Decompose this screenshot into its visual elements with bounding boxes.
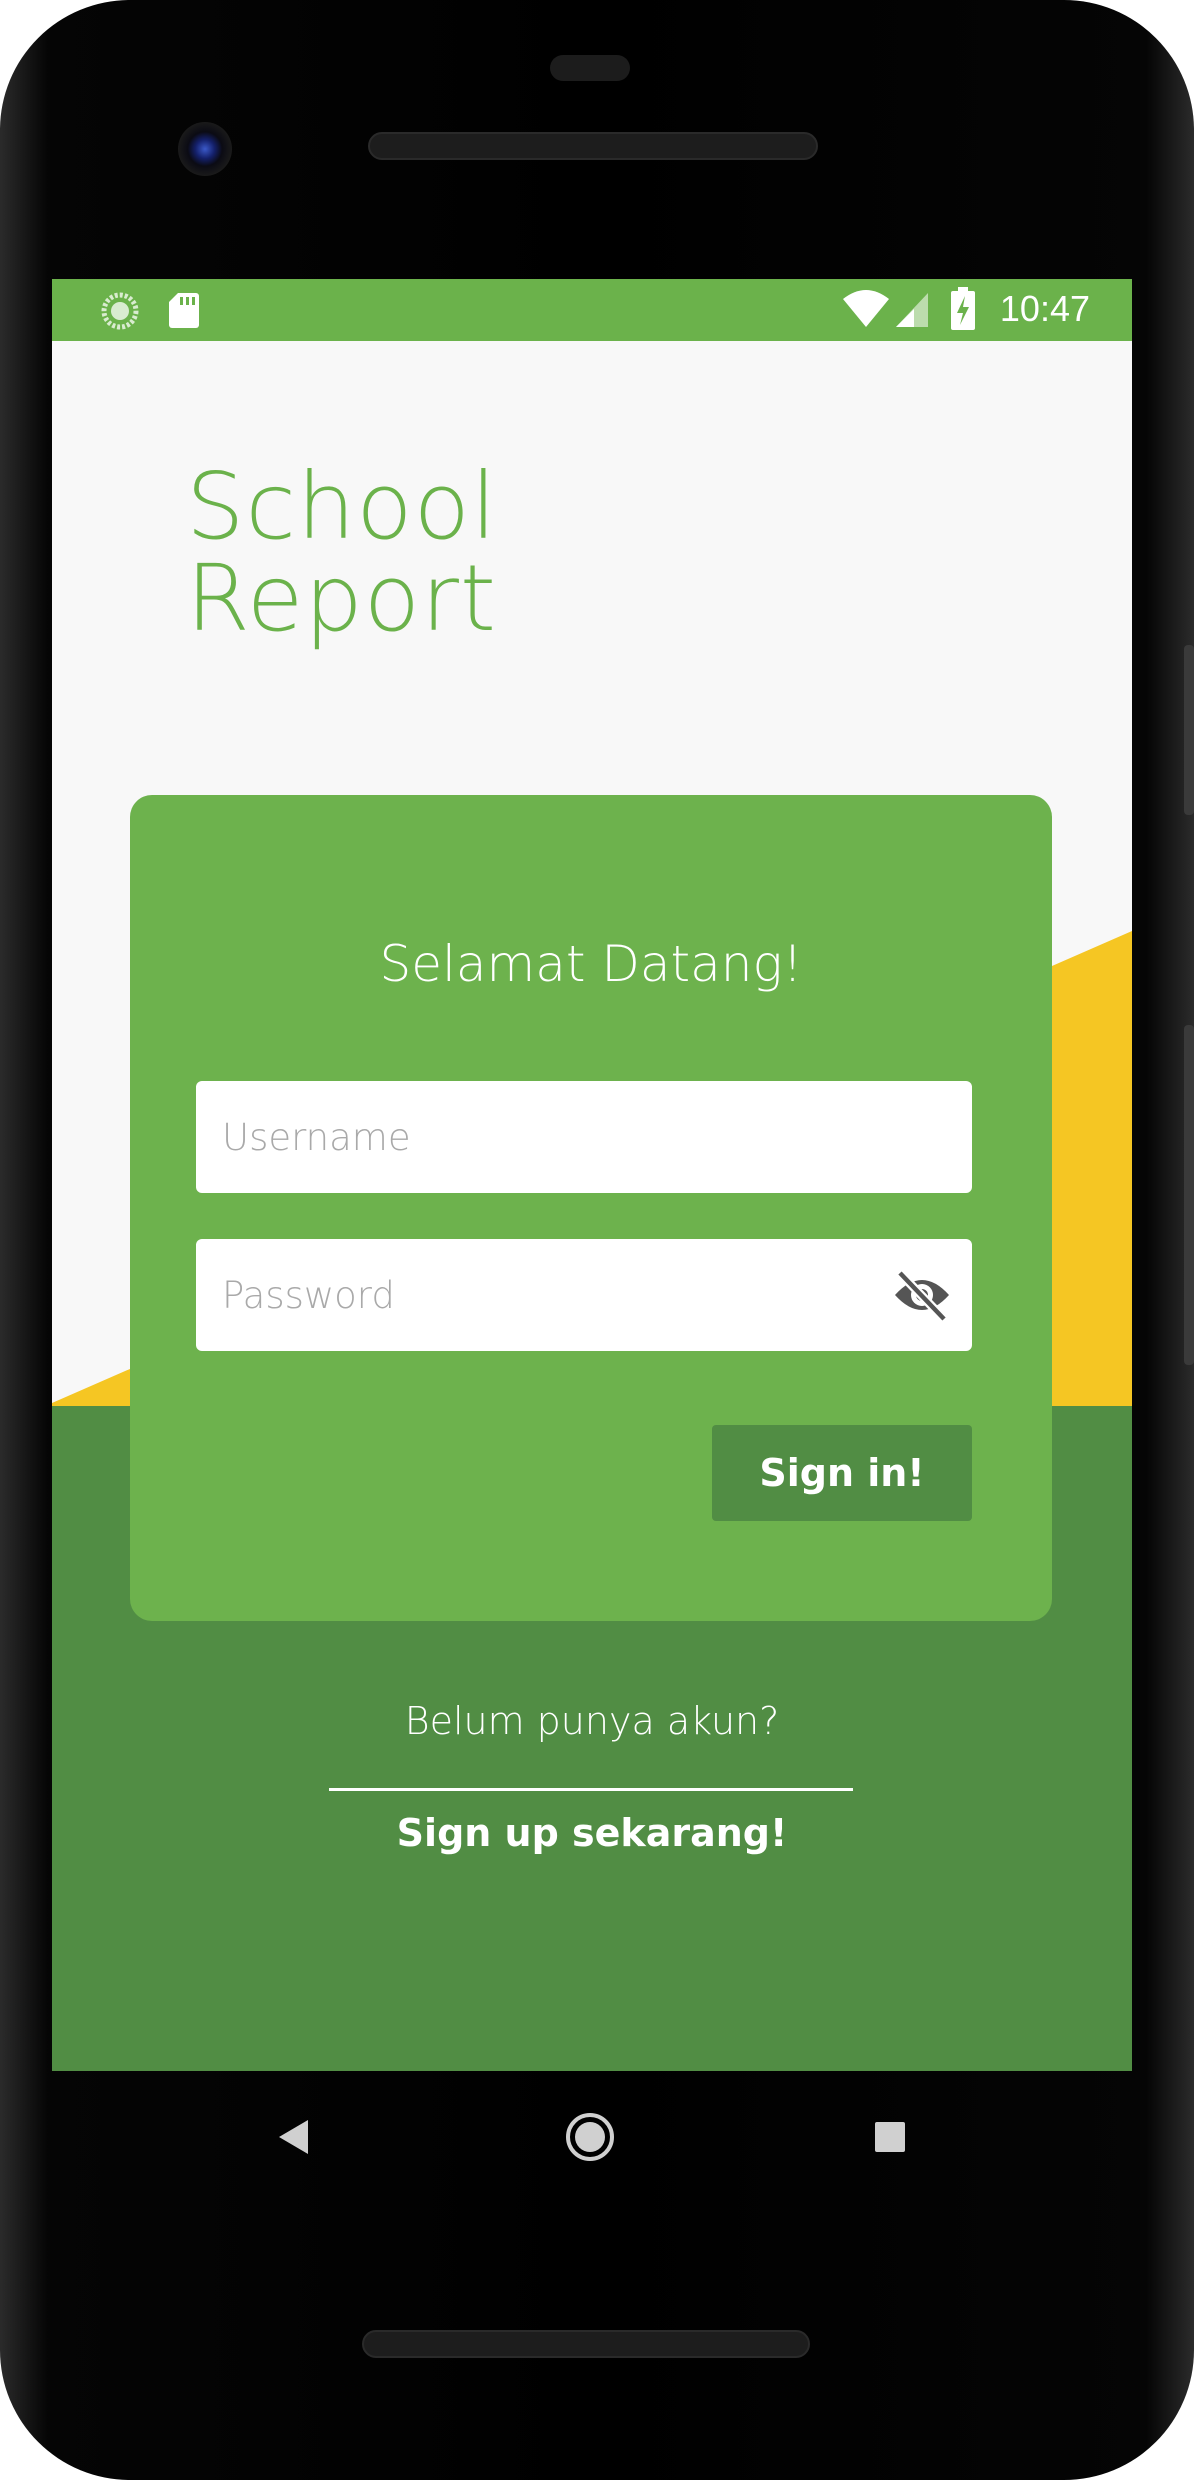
wifi-icon [843,290,889,327]
status-bar: 10:47 [52,279,1132,341]
earpiece-slot [550,55,630,81]
front-camera [178,122,232,176]
status-time: 10:47 [999,288,1090,329]
sign-in-button[interactable]: Sign in! [712,1425,972,1521]
sign-up-link[interactable]: Sign up sekarang! [52,1811,1132,1855]
divider-line [329,1788,853,1791]
password-field[interactable] [196,1239,972,1351]
app-screen: 10:47 School Report Selamat Datang! User… [52,279,1132,2071]
login-card: Selamat Datang! Sign in! [130,795,1052,1621]
sd-card-icon [169,293,199,328]
app-title-line2: Report [186,545,497,652]
phone-frame: 10:47 School Report Selamat Datang! User… [0,0,1194,2480]
home-icon[interactable] [565,2112,615,2162]
battery-charging-icon [951,287,975,330]
username-input[interactable] [196,1081,972,1193]
loading-circle-icon [101,292,139,330]
volume-button [1184,1025,1194,1365]
app-title-line1: School [186,453,498,560]
welcome-heading: Selamat Datang! [379,935,803,993]
bottom-speaker [362,2330,810,2358]
no-account-prompt: Belum punya akun? [404,1699,780,1743]
password-input[interactable] [196,1239,972,1351]
back-icon[interactable] [276,2118,312,2156]
cell-signal-icon [896,293,928,327]
top-speaker [368,132,818,160]
username-field[interactable] [196,1081,972,1193]
power-button [1184,645,1194,815]
visibility-off-icon[interactable] [892,1267,952,1323]
app-title: School Report [186,461,497,645]
recents-icon[interactable] [873,2120,907,2154]
